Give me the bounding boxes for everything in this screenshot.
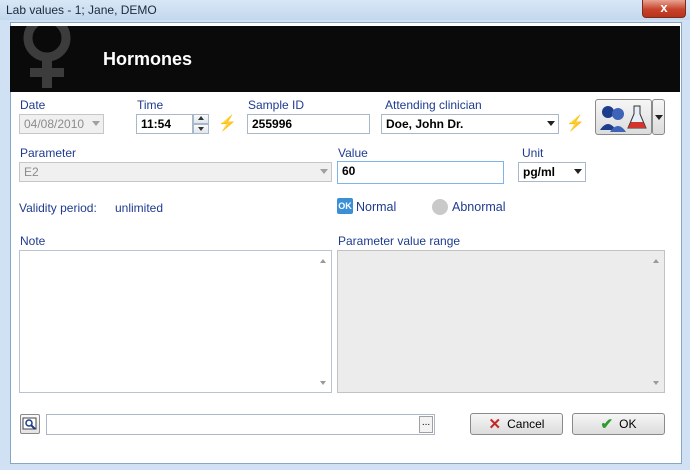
scroll-down-icon[interactable] (320, 381, 326, 385)
section-title: Hormones (103, 49, 193, 69)
abnormal-radio[interactable] (432, 199, 448, 215)
ellipsis-icon: ... (421, 417, 431, 428)
value-label: Value (338, 146, 368, 160)
time-field[interactable]: 11:54 (136, 114, 193, 134)
value-value: 60 (342, 164, 356, 178)
scroll-up-icon[interactable] (320, 259, 326, 263)
clinician-value: Doe, John Dr. (386, 117, 464, 131)
chevron-down-icon (574, 169, 582, 174)
browse-button[interactable]: ... (419, 416, 433, 433)
time-spinner[interactable] (193, 114, 209, 134)
note-textarea[interactable] (19, 250, 332, 393)
clinician-picker-dropdown[interactable] (652, 99, 665, 135)
red-x-icon: ✕ (488, 416, 502, 433)
range-label: Parameter value range (338, 234, 461, 248)
magnifier-icon (22, 417, 37, 430)
preview-button[interactable] (20, 414, 40, 434)
sample-id-value: 255996 (252, 117, 293, 131)
range-textarea (337, 250, 665, 393)
abnormal-label[interactable]: Abnormal (452, 200, 506, 214)
validity-label: Validity period: (19, 201, 97, 215)
clinician-label: Attending clinician (385, 98, 482, 112)
range-scrollbar[interactable] (649, 251, 664, 392)
note-scrollbar[interactable] (316, 251, 331, 392)
chevron-down-icon (655, 115, 663, 120)
clinician-picker-button[interactable] (595, 99, 652, 135)
spin-up-button[interactable] (193, 114, 209, 124)
note-label: Note (20, 234, 46, 248)
people-lab-icon (600, 105, 647, 132)
female-symbol-icon (23, 26, 71, 88)
validity-value: unlimited (115, 201, 164, 215)
value-field[interactable]: 60 (337, 161, 504, 184)
ok-button[interactable]: ✔ OK (572, 413, 665, 435)
ok-badge-icon: OK (338, 201, 352, 211)
chevron-down-icon (320, 169, 328, 174)
sample-id-label: Sample ID (248, 98, 305, 112)
normal-label[interactable]: Normal (356, 200, 396, 214)
window-titlebar: Lab values - 1; Jane, DEMO (0, 0, 690, 20)
date-label: Date (20, 98, 46, 112)
chevron-down-icon (92, 121, 100, 126)
chevron-down-icon (547, 121, 555, 126)
parameter-label: Parameter (20, 146, 77, 160)
parameter-field: E2 (19, 162, 332, 182)
lightning-icon[interactable]: ⚡ (566, 114, 585, 132)
time-value: 11:54 (141, 117, 172, 131)
date-field: 04/08/2010 (19, 114, 104, 134)
green-check-icon: ✔ (600, 416, 614, 433)
cancel-button[interactable]: ✕ Cancel (470, 413, 563, 435)
scroll-up-icon[interactable] (653, 259, 659, 263)
spin-down-button[interactable] (193, 124, 209, 134)
parameter-value: E2 (24, 165, 39, 179)
section-header: Hormones (10, 26, 680, 92)
sample-id-field[interactable]: 255996 (247, 114, 370, 134)
ok-label: OK (619, 417, 637, 431)
unit-select[interactable]: pg/ml (518, 162, 586, 182)
normal-radio[interactable]: OK (337, 198, 353, 214)
window-title: Lab values - 1; Jane, DEMO (6, 3, 157, 17)
date-value: 04/08/2010 (24, 117, 85, 131)
cancel-label: Cancel (507, 417, 545, 431)
clinician-combobox[interactable]: Doe, John Dr. (381, 114, 559, 134)
lightning-icon[interactable]: ⚡ (218, 114, 237, 132)
close-icon: x (660, 0, 668, 15)
unit-label: Unit (522, 146, 544, 160)
time-label: Time (137, 98, 164, 112)
unit-value: pg/ml (523, 165, 555, 179)
close-button[interactable]: x (642, 0, 686, 18)
scroll-down-icon[interactable] (653, 381, 659, 385)
attachment-field[interactable] (46, 414, 435, 435)
